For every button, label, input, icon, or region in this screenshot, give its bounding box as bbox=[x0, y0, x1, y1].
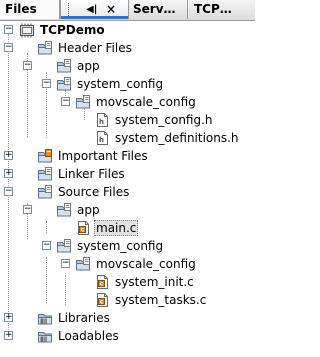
important-files-folder-icon bbox=[37, 148, 53, 164]
tree-node-sf-app[interactable]: − app bbox=[23, 201, 102, 219]
header-file-icon bbox=[94, 130, 110, 146]
project-tree[interactable]: − TCPDemo − Header Files − app − system_… bbox=[0, 20, 255, 357]
tree-node-linker-files[interactable]: + Linker Files bbox=[4, 165, 127, 183]
collapse-toggle[interactable]: − bbox=[42, 241, 51, 250]
tree-node-loadables[interactable]: + Loadables bbox=[4, 327, 121, 345]
collapse-toggle[interactable]: − bbox=[61, 97, 70, 106]
tree-label: movscale_config bbox=[96, 257, 196, 271]
tree-line bbox=[65, 275, 66, 305]
tab-services-label: Serv… bbox=[133, 2, 176, 16]
tree-label: Linker Files bbox=[58, 167, 125, 181]
tab-files[interactable]: Files bbox=[0, 0, 60, 19]
tree-label: app bbox=[77, 203, 100, 217]
tree-node-header-files[interactable]: − Header Files bbox=[4, 39, 134, 57]
tree-label: Source Files bbox=[58, 185, 130, 199]
tab-bar: Files ◀| × Serv… TCP… bbox=[0, 0, 255, 21]
project-label: TCPDemo bbox=[40, 23, 105, 37]
logical-folder-icon bbox=[56, 238, 72, 254]
tree-node-sf-movscale-config[interactable]: − movscale_config bbox=[61, 255, 198, 273]
tree-line bbox=[8, 34, 9, 336]
logical-folder-icon bbox=[37, 166, 53, 182]
tab-tcp[interactable]: TCP… bbox=[188, 0, 255, 19]
tab-tcp-label: TCP… bbox=[194, 2, 232, 16]
collapse-toggle[interactable]: − bbox=[4, 43, 13, 52]
collapse-toggle[interactable]: − bbox=[4, 187, 13, 196]
tree-node-system-tasks-c[interactable]: system_tasks.c bbox=[80, 291, 208, 309]
tree-line bbox=[46, 221, 47, 233]
project-chip-icon bbox=[19, 22, 35, 38]
logical-folder-icon bbox=[56, 76, 72, 92]
tree-label: Header Files bbox=[58, 41, 132, 55]
collapse-toggle[interactable]: − bbox=[42, 79, 51, 88]
tree-node-important-files[interactable]: + Important Files bbox=[4, 147, 150, 165]
tree-node-hf-system-config[interactable]: − system_config bbox=[42, 75, 165, 93]
tree-label: system_config.h bbox=[115, 113, 213, 127]
c-file-icon bbox=[94, 292, 110, 308]
active-tab-indicator bbox=[61, 16, 128, 19]
c-file-icon bbox=[75, 220, 91, 236]
tree-node-libraries[interactable]: + Libraries bbox=[4, 309, 112, 327]
collapse-toggle[interactable]: − bbox=[23, 205, 32, 214]
tree-line bbox=[46, 257, 47, 303]
tree-label: system_config bbox=[77, 77, 164, 91]
logical-folder-icon bbox=[37, 40, 53, 56]
expand-toggle[interactable]: + bbox=[4, 151, 13, 160]
tree-node-hf-movscale-config[interactable]: − movscale_config bbox=[61, 93, 198, 111]
logical-folder-icon bbox=[56, 202, 72, 218]
header-file-icon bbox=[94, 112, 110, 128]
loadables-folder-icon bbox=[37, 328, 53, 344]
tree-node-main-c[interactable]: main.c bbox=[61, 219, 139, 237]
collapse-toggle[interactable]: − bbox=[4, 25, 13, 34]
logical-folder-icon bbox=[37, 184, 53, 200]
tab-services[interactable]: Serv… bbox=[129, 0, 188, 19]
tab-files-label: Files bbox=[5, 2, 37, 16]
logical-folder-icon bbox=[75, 256, 91, 272]
tree-label-selected: main.c bbox=[94, 220, 139, 236]
expand-toggle[interactable]: + bbox=[4, 169, 13, 178]
tree-label: system_init.c bbox=[115, 275, 194, 289]
logical-folder-icon bbox=[56, 58, 72, 74]
tree-node-hf-app[interactable]: − app bbox=[23, 57, 102, 75]
tree-node-system-init-c[interactable]: system_init.c bbox=[80, 273, 196, 291]
tree-node-project[interactable]: − TCPDemo bbox=[4, 21, 107, 39]
tree-node-sf-system-config[interactable]: − system_config bbox=[42, 237, 165, 255]
expand-toggle[interactable]: + bbox=[4, 331, 13, 340]
tree-label: movscale_config bbox=[96, 95, 196, 109]
tree-label: system_definitions.h bbox=[115, 131, 239, 145]
tree-label: Loadables bbox=[58, 329, 119, 343]
c-file-icon bbox=[94, 274, 110, 290]
tree-node-system-config-h[interactable]: system_config.h bbox=[80, 111, 215, 129]
logical-folder-icon bbox=[75, 94, 91, 110]
tree-node-source-files[interactable]: − Source Files bbox=[4, 183, 131, 201]
collapse-toggle[interactable]: − bbox=[23, 61, 32, 70]
tree-label: Libraries bbox=[58, 311, 110, 325]
tree-label: app bbox=[77, 59, 100, 73]
tree-label: system_config bbox=[77, 239, 164, 253]
tab-controls: ◀| × bbox=[60, 0, 129, 19]
expand-toggle[interactable]: + bbox=[4, 313, 13, 322]
tree-label: Important Files bbox=[58, 149, 148, 163]
tab-grip-separator bbox=[68, 3, 70, 16]
libraries-folder-icon bbox=[37, 310, 53, 326]
tree-label: system_tasks.c bbox=[115, 293, 207, 307]
tree-node-system-definitions-h[interactable]: system_definitions.h bbox=[80, 129, 241, 147]
collapse-toggle[interactable]: − bbox=[61, 259, 70, 268]
